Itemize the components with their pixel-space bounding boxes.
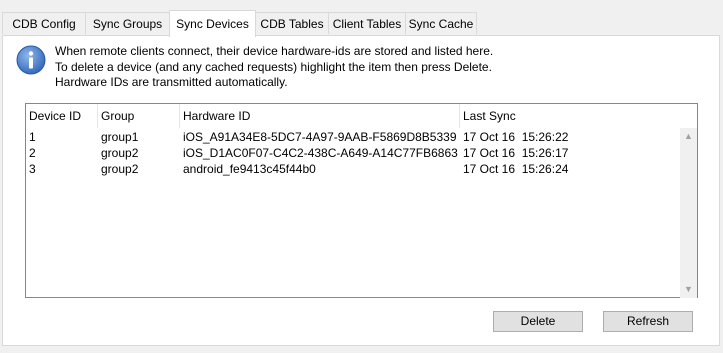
cell-hardware-id: iOS_A91A34E8-5DC7-4A97-9AAB-F5869D8B5339 xyxy=(183,130,457,144)
cell-last-sync: 17 Oct 16 15:26:22 xyxy=(463,130,569,144)
column-header-last-sync[interactable]: Last Sync xyxy=(460,104,680,128)
vertical-scrollbar[interactable]: ▲ ▼ xyxy=(680,128,697,298)
list-item[interactable]: 3 group2 android_fe9413c45f44b0 17 Oct 1… xyxy=(26,161,676,177)
column-header-device-id[interactable]: Device ID xyxy=(26,104,98,128)
cell-hardware-id: iOS_D1AC0F07-C4C2-438C-A649-A14C77FB6863 xyxy=(183,146,458,160)
sync-devices-panel: When remote clients connect, their devic… xyxy=(2,35,720,346)
column-header-hardware-id[interactable]: Hardware ID xyxy=(180,104,460,128)
scroll-up-arrow-icon[interactable]: ▲ xyxy=(680,128,697,145)
tab-sync-cache[interactable]: Sync Cache xyxy=(405,12,477,34)
info-line-3: Hardware IDs are transmitted automatical… xyxy=(55,75,288,89)
list-header: Device ID Group Hardware ID Last Sync xyxy=(26,104,697,128)
cell-group: group1 xyxy=(101,130,139,144)
tab-client-tables[interactable]: Client Tables xyxy=(328,12,406,34)
list-item[interactable]: 1 group1 iOS_A91A34E8-5DC7-4A97-9AAB-F58… xyxy=(26,129,676,145)
cell-device-id: 3 xyxy=(29,162,36,176)
cell-group: group2 xyxy=(101,162,139,176)
cell-device-id: 1 xyxy=(29,130,36,144)
cell-group: group2 xyxy=(101,146,139,160)
list-rows: 1 group1 iOS_A91A34E8-5DC7-4A97-9AAB-F58… xyxy=(26,129,676,177)
devices-list[interactable]: Device ID Group Hardware ID Last Sync 1 … xyxy=(25,103,698,298)
tab-sync-groups[interactable]: Sync Groups xyxy=(85,12,170,34)
info-line-1: When remote clients connect, their devic… xyxy=(55,44,494,58)
delete-button[interactable]: Delete xyxy=(493,311,583,332)
list-item[interactable]: 2 group2 iOS_D1AC0F07-C4C2-438C-A649-A14… xyxy=(26,145,676,161)
info-message: When remote clients connect, their devic… xyxy=(55,44,493,91)
info-line-2: To delete a device (and any cached reque… xyxy=(55,59,492,74)
tab-sync-devices[interactable]: Sync Devices xyxy=(169,10,256,37)
cell-hardware-id: android_fe9413c45f44b0 xyxy=(183,162,316,176)
tab-bar: CDB Config Sync Groups Sync Devices CDB … xyxy=(2,0,721,37)
info-icon xyxy=(16,45,46,75)
scroll-down-arrow-icon[interactable]: ▼ xyxy=(680,281,697,298)
cell-device-id: 2 xyxy=(29,146,36,160)
tab-cdb-tables[interactable]: CDB Tables xyxy=(255,12,329,34)
cell-last-sync: 17 Oct 16 15:26:24 xyxy=(463,162,569,176)
column-header-group[interactable]: Group xyxy=(98,104,180,128)
tab-cdb-config[interactable]: CDB Config xyxy=(2,12,86,34)
refresh-button[interactable]: Refresh xyxy=(603,311,693,332)
cell-last-sync: 17 Oct 16 15:26:17 xyxy=(463,146,569,160)
